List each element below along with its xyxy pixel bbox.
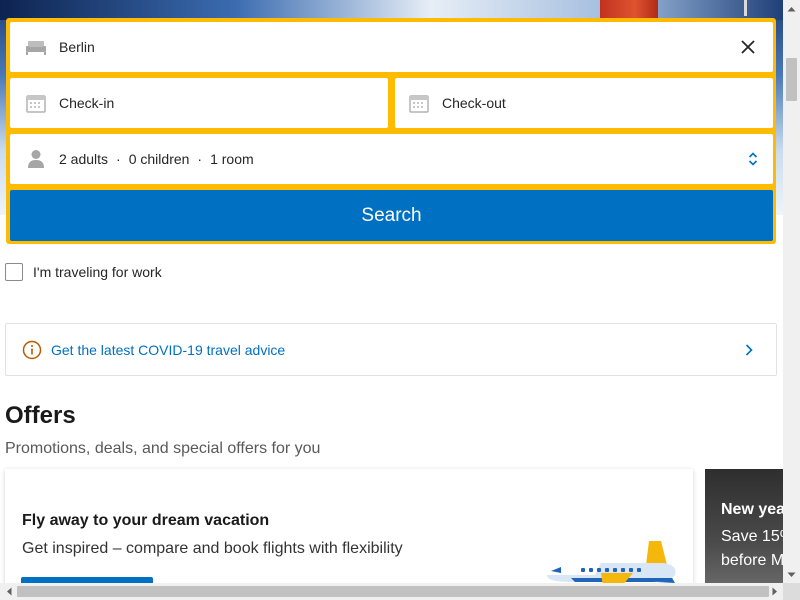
scroll-left-arrow-icon[interactable] [0, 583, 17, 600]
checkin-field[interactable]: Check-in [10, 78, 388, 128]
vertical-scroll-thumb[interactable] [786, 58, 797, 101]
offer-card-line: before M [721, 552, 783, 569]
up-down-chevron-icon[interactable] [745, 151, 761, 167]
scroll-right-arrow-icon[interactable] [766, 583, 783, 600]
info-icon [22, 340, 42, 360]
offer-card-line: Save 15% [721, 528, 783, 545]
close-icon[interactable] [737, 36, 759, 58]
offer-card-title: Fly away to your dream vacation [22, 512, 270, 529]
calendar-icon [407, 91, 431, 115]
children-count: 0 children [128, 151, 190, 167]
guests-selector[interactable]: 2 adults · 0 children · 1 room [10, 134, 773, 184]
offer-card-flights[interactable]: Fly away to your dream vacation Get insp… [5, 469, 693, 589]
offer-card-new-year[interactable]: New yea Save 15% before M [705, 469, 783, 589]
destination-input[interactable]: Berlin [59, 39, 95, 55]
checkout-label: Check-out [442, 95, 506, 111]
adults-count: 2 adults [59, 151, 109, 167]
checkout-field[interactable]: Check-out [395, 78, 773, 128]
scroll-down-arrow-icon[interactable] [783, 566, 800, 583]
checkin-label: Check-in [59, 95, 115, 111]
bed-icon [24, 35, 48, 59]
chevron-right-icon[interactable] [744, 343, 754, 357]
separator: · [116, 151, 121, 167]
work-travel-option[interactable]: I'm traveling for work [5, 261, 162, 283]
search-button[interactable]: Search [10, 190, 773, 241]
offer-card-title: New yea [721, 501, 783, 518]
offers-subtitle: Promotions, deals, and special offers fo… [5, 440, 321, 457]
rooms-count: 1 room [210, 151, 254, 167]
airplane-illustration [547, 541, 676, 587]
vertical-scrollbar[interactable] [783, 0, 800, 583]
separator: · [197, 151, 203, 167]
horizontal-scroll-thumb[interactable] [17, 586, 769, 597]
work-travel-label: I'm traveling for work [33, 264, 162, 280]
calendar-icon [24, 91, 48, 115]
scroll-up-arrow-icon[interactable] [783, 0, 800, 17]
hero-pole [744, 0, 747, 16]
hero-background [0, 0, 783, 20]
work-travel-checkbox[interactable] [5, 263, 23, 281]
covid-advice-banner[interactable]: Get the latest COVID-19 travel advice [5, 323, 777, 376]
scrollbar-corner [783, 583, 800, 600]
person-icon [24, 147, 48, 171]
offer-card-description: Get inspired – compare and book flights … [22, 540, 403, 557]
offers-title: Offers [5, 402, 76, 429]
horizontal-scrollbar[interactable] [0, 583, 783, 600]
covid-advice-link[interactable]: Get the latest COVID-19 travel advice [51, 342, 285, 358]
destination-field[interactable]: Berlin [10, 22, 773, 72]
